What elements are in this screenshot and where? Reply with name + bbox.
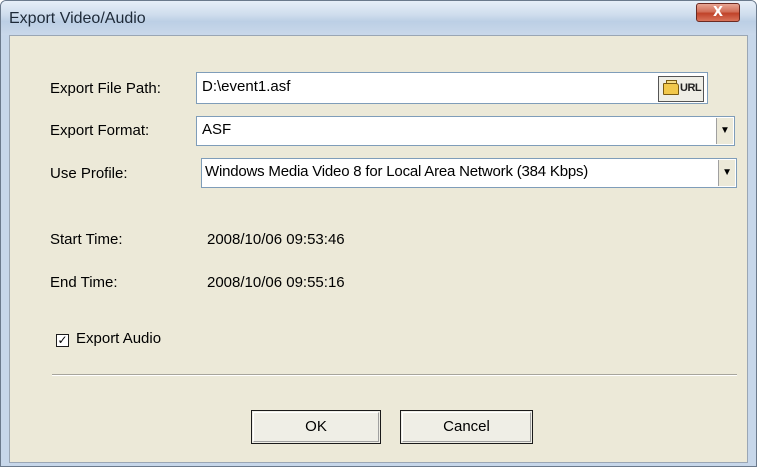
file-path-label: Export File Path: — [50, 80, 161, 97]
file-path-input[interactable]: D:\event1.asf — [196, 72, 708, 104]
browse-url-button[interactable]: URL — [658, 76, 704, 102]
export-audio-checkbox[interactable]: ✓ — [56, 334, 69, 347]
end-time-label: End Time: — [50, 274, 118, 291]
start-time-label: Start Time: — [50, 231, 123, 248]
end-time-value: 2008/10/06 09:55:16 — [207, 274, 345, 291]
profile-select[interactable]: Windows Media Video 8 for Local Area Net… — [201, 158, 737, 188]
checkmark-icon: ✓ — [57, 333, 68, 347]
format-value: ASF — [202, 121, 232, 138]
profile-label: Use Profile: — [50, 165, 128, 182]
start-time-value: 2008/10/06 09:53:46 — [207, 231, 345, 248]
divider — [52, 374, 737, 376]
folder-open-icon — [663, 83, 679, 95]
export-dialog: Export Video/Audio X Export File Path: D… — [0, 0, 757, 467]
profile-value: Windows Media Video 8 for Local Area Net… — [205, 163, 589, 180]
format-label: Export Format: — [50, 122, 150, 139]
close-button[interactable]: X — [696, 3, 740, 22]
title-bar[interactable]: Export Video/Audio X — [1, 1, 756, 35]
export-audio-label[interactable]: Export Audio — [76, 330, 161, 347]
ok-button[interactable]: OK — [251, 410, 381, 444]
chevron-down-icon[interactable]: ▼ — [716, 118, 733, 144]
dialog-body: Export File Path: D:\event1.asf URL Expo… — [9, 35, 748, 463]
url-button-label: URL — [680, 82, 702, 94]
cancel-button[interactable]: Cancel — [400, 410, 533, 444]
dialog-title: Export Video/Audio — [9, 10, 146, 27]
file-path-value: D:\event1.asf — [202, 78, 291, 95]
chevron-down-icon[interactable]: ▼ — [718, 160, 735, 186]
close-icon: X — [712, 5, 724, 20]
format-select[interactable]: ASF ▼ — [196, 116, 735, 146]
